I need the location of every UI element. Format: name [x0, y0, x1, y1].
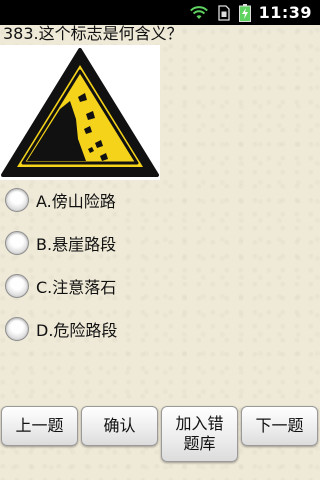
- sim-icon: [217, 4, 231, 21]
- clock: 11:39: [258, 3, 312, 22]
- next-question-button[interactable]: 下一题: [241, 406, 318, 446]
- option-label: C.注意落石: [36, 278, 117, 297]
- button-label: 加入错 题库: [175, 414, 224, 453]
- add-to-wrong-answers-button[interactable]: 加入错 题库: [161, 406, 238, 462]
- radio-button-icon[interactable]: [5, 231, 29, 255]
- falling-rocks-warning-sign: [0, 45, 160, 180]
- confirm-button[interactable]: 确认: [81, 406, 158, 446]
- option-label: D.危险路段: [36, 321, 118, 340]
- status-bar: 11:39: [0, 0, 320, 25]
- question-text: 383.这个标志是何含义？: [3, 24, 183, 43]
- option-d[interactable]: D.危险路段: [5, 315, 315, 343]
- option-label: B.悬崖路段: [36, 235, 117, 254]
- option-a[interactable]: A.傍山险路: [5, 186, 315, 214]
- bottom-toolbar: 上一题 确认 加入错 题库 下一题: [0, 406, 320, 466]
- battery-charging-icon: [238, 3, 251, 22]
- radio-button-icon[interactable]: [5, 317, 29, 341]
- option-c[interactable]: C.注意落石: [5, 272, 315, 300]
- option-label: A.傍山险路: [36, 192, 116, 211]
- answer-options: A.傍山险路 B.悬崖路段 C.注意落石 D.危险路段: [5, 186, 315, 358]
- wifi-icon: [189, 5, 209, 21]
- radio-button-icon[interactable]: [5, 274, 29, 298]
- previous-question-button[interactable]: 上一题: [1, 406, 78, 446]
- option-b[interactable]: B.悬崖路段: [5, 229, 315, 257]
- radio-button-icon[interactable]: [5, 188, 29, 212]
